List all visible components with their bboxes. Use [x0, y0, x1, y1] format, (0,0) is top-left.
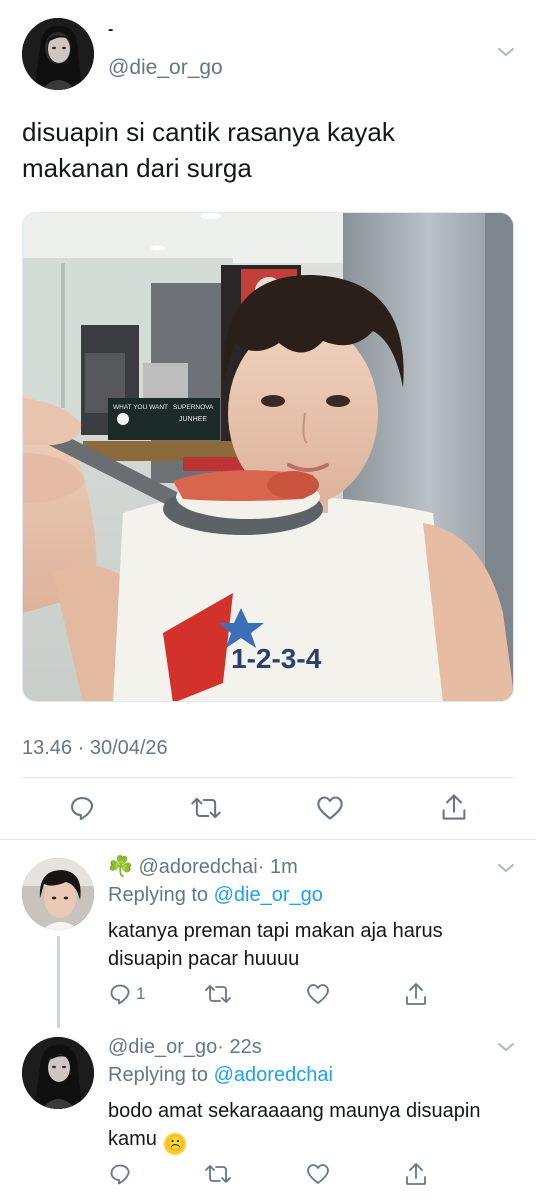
avatar[interactable]	[22, 18, 94, 90]
reply-text-line: katanya preman tapi makan aja harus	[108, 920, 443, 942]
replying-to-label: Replying to	[108, 1064, 209, 1086]
photo-sign-text: JUNHEE	[179, 416, 207, 423]
like-icon	[317, 796, 343, 820]
share-icon	[442, 794, 466, 820]
reply-text: bodo amat sekaraaaang maunya disuapin ka…	[108, 1097, 528, 1155]
like-icon	[307, 1164, 329, 1184]
photo-illustration: WHAT YOU WANT SUPERNOVA JUNHEE 1-2-3-4	[23, 213, 513, 701]
share-button[interactable]	[404, 1161, 428, 1187]
reply-count: 1	[136, 984, 146, 1003]
reply-icon	[110, 1164, 130, 1185]
reply-time[interactable]: · 22s	[217, 1036, 261, 1058]
section-divider	[0, 839, 536, 840]
tweet-text-line: disuapin si cantik rasanya kayak	[22, 117, 395, 147]
reply-text-word: kamu	[108, 1128, 157, 1150]
photo-sign-text: SUPERNOVA	[173, 404, 214, 411]
retweet-icon	[205, 1165, 231, 1183]
share-button[interactable]	[404, 981, 428, 1007]
reply-text-line: disuapin pacar huuuu	[108, 948, 300, 970]
like-button[interactable]	[306, 983, 330, 1005]
reply-header: ☘️ @adoredchai· 1m	[108, 855, 298, 879]
replying-to-link[interactable]: @die_or_go	[214, 884, 323, 906]
like-button[interactable]	[316, 795, 344, 821]
replying-to: Replying to @adoredchai	[108, 1063, 333, 1087]
like-button[interactable]	[306, 1163, 330, 1185]
avatar[interactable]	[22, 1037, 94, 1109]
clover-emoji: ☘️	[108, 856, 133, 878]
tweet-text: disuapin si cantik rasanya kayak makanan…	[22, 114, 522, 186]
chevron-down-icon[interactable]	[497, 862, 515, 874]
timestamp[interactable]: 13.46 · 30/04/26	[22, 736, 168, 760]
reply-button[interactable]: 1	[108, 982, 145, 1006]
thread-line	[57, 936, 60, 1028]
retweet-icon	[205, 985, 231, 1003]
divider	[22, 777, 514, 778]
replying-to-label: Replying to	[108, 884, 209, 906]
tweet-photo[interactable]: WHAT YOU WANT SUPERNOVA JUNHEE 1-2-3-4	[22, 212, 514, 702]
reply-handle[interactable]: @adoredchai	[138, 856, 257, 878]
photo-shirt-text: 1-2-3-4	[231, 643, 322, 674]
frown-emoji: ☹️	[164, 1133, 187, 1155]
reply-button[interactable]	[68, 794, 96, 822]
retweet-button[interactable]	[204, 982, 232, 1006]
retweet-button[interactable]	[204, 1162, 232, 1186]
reply-handle[interactable]: @die_or_go	[108, 1036, 217, 1058]
reply-text-line: bodo amat sekaraaaang maunya disuapin	[108, 1100, 481, 1122]
display-name[interactable]: -	[108, 22, 113, 38]
reply-time[interactable]: · 1m	[258, 856, 298, 878]
share-icon	[406, 1163, 426, 1185]
retweet-icon	[191, 797, 221, 819]
share-button[interactable]	[440, 792, 468, 822]
reply-text: katanya preman tapi makan aja harus disu…	[108, 917, 518, 973]
like-icon	[307, 984, 329, 1004]
handle[interactable]: @die_or_go	[108, 56, 223, 80]
chevron-down-icon[interactable]	[497, 1041, 515, 1053]
chevron-down-icon[interactable]	[497, 46, 515, 58]
reply-icon	[110, 984, 130, 1005]
tweet-text-line: makanan dari surga	[22, 153, 252, 183]
photo-sign-text: WHAT YOU WANT	[113, 404, 168, 411]
reply-text-line: kamu ☹️	[108, 1125, 528, 1155]
reply-button[interactable]	[108, 1162, 132, 1186]
replying-to: Replying to @die_or_go	[108, 883, 323, 907]
avatar[interactable]	[22, 858, 94, 930]
share-icon	[406, 983, 426, 1005]
replying-to-link[interactable]: @adoredchai	[214, 1064, 333, 1086]
reply-icon	[71, 797, 94, 821]
retweet-button[interactable]	[190, 794, 222, 822]
reply-header: @die_or_go· 22s	[108, 1035, 262, 1059]
